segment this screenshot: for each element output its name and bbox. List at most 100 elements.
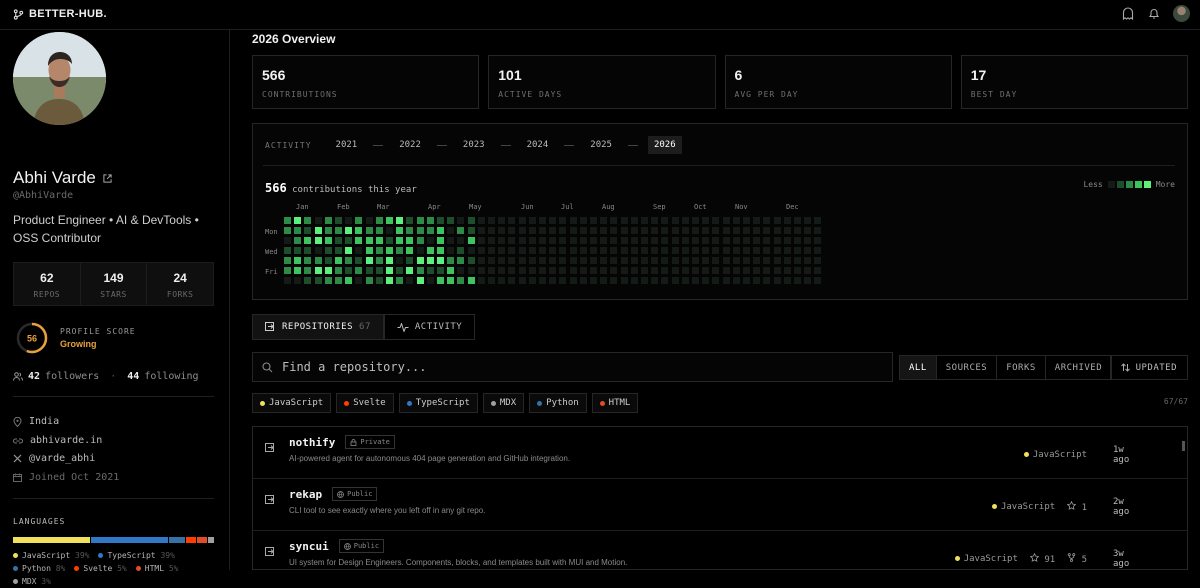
heatmap-cell[interactable] <box>437 257 444 264</box>
heatmap-cell[interactable] <box>284 237 291 244</box>
heatmap-cell[interactable] <box>416 237 424 244</box>
heatmap-cell[interactable] <box>712 257 720 264</box>
tab-repositories[interactable]: REPOSITORIES 67 <box>252 314 384 340</box>
heatmap-cell[interactable] <box>467 237 475 244</box>
heatmap-cell[interactable] <box>753 237 761 244</box>
heatmap-cell[interactable] <box>426 267 434 274</box>
heatmap-cell[interactable] <box>773 237 781 244</box>
heatmap-cell[interactable] <box>396 267 404 274</box>
heatmap-cell[interactable] <box>722 217 730 224</box>
app-logo[interactable]: BETTER-HUB. <box>13 8 107 20</box>
heatmap-cell[interactable] <box>386 237 393 244</box>
heatmap-cell[interactable] <box>498 227 506 234</box>
heatmap-cell[interactable] <box>375 247 383 254</box>
heatmap-cell[interactable] <box>579 237 587 244</box>
heatmap-cell[interactable] <box>814 237 822 244</box>
heatmap-cell[interactable] <box>661 247 669 254</box>
heatmap-cell[interactable] <box>386 227 393 234</box>
heatmap-cell[interactable] <box>671 257 679 264</box>
heatmap-cell[interactable] <box>539 247 546 254</box>
ghost-icon[interactable] <box>1121 7 1135 21</box>
heatmap-cell[interactable] <box>284 227 291 234</box>
heatmap-cell[interactable] <box>314 217 322 224</box>
heatmap-cell[interactable] <box>763 217 771 224</box>
heatmap-cell[interactable] <box>641 257 648 264</box>
chip-html[interactable]: HTML <box>591 393 639 413</box>
heatmap-cell[interactable] <box>712 227 720 234</box>
heatmap-cell[interactable] <box>324 227 332 234</box>
heatmap-cell[interactable] <box>651 227 659 234</box>
heatmap-cell[interactable] <box>539 277 546 284</box>
heatmap-cell[interactable] <box>692 217 699 224</box>
heatmap-cell[interactable] <box>783 227 791 234</box>
heatmap-cell[interactable] <box>528 247 536 254</box>
heatmap-cell[interactable] <box>794 257 801 264</box>
heatmap-cell[interactable] <box>498 267 506 274</box>
heatmap-cell[interactable] <box>661 237 669 244</box>
repo-row[interactable]: syncui Public UI system for Design Engin… <box>253 531 1187 569</box>
heatmap-cell[interactable] <box>794 277 801 284</box>
filter-sources[interactable]: SOURCES <box>937 356 998 379</box>
heatmap-cell[interactable] <box>579 267 587 274</box>
heatmap-cell[interactable] <box>702 247 710 254</box>
heatmap-cell[interactable] <box>355 267 363 274</box>
heatmap-cell[interactable] <box>814 217 822 224</box>
heatmap-cell[interactable] <box>488 267 495 274</box>
heatmap-cell[interactable] <box>732 227 740 234</box>
heatmap-cell[interactable] <box>355 217 363 224</box>
heatmap-cell[interactable] <box>559 257 567 264</box>
heatmap-cell[interactable] <box>294 267 302 274</box>
heatmap-cell[interactable] <box>569 217 577 224</box>
heatmap-cell[interactable] <box>477 227 485 234</box>
heatmap-cell[interactable] <box>345 217 353 224</box>
heatmap-cell[interactable] <box>314 277 322 284</box>
heatmap-cell[interactable] <box>294 237 302 244</box>
heatmap-cell[interactable] <box>743 257 750 264</box>
heatmap-cell[interactable] <box>600 237 608 244</box>
heatmap-cell[interactable] <box>630 247 638 254</box>
heatmap-cell[interactable] <box>804 217 812 224</box>
heatmap-cell[interactable] <box>518 227 526 234</box>
heatmap-cell[interactable] <box>284 267 291 274</box>
heatmap-cell[interactable] <box>518 277 526 284</box>
heatmap-cell[interactable] <box>743 277 750 284</box>
heatmap-cell[interactable] <box>671 227 679 234</box>
heatmap-cell[interactable] <box>651 237 659 244</box>
heatmap-cell[interactable] <box>651 257 659 264</box>
heatmap-cell[interactable] <box>773 257 781 264</box>
heatmap-cell[interactable] <box>386 257 393 264</box>
heatmap-cell[interactable] <box>773 267 781 274</box>
heatmap-cell[interactable] <box>671 237 679 244</box>
heatmap-cell[interactable] <box>294 277 302 284</box>
heatmap-cell[interactable] <box>375 267 383 274</box>
heatmap-cell[interactable] <box>508 217 516 224</box>
heatmap-cell[interactable] <box>763 247 771 254</box>
heatmap-cell[interactable] <box>365 267 373 274</box>
heatmap-cell[interactable] <box>498 247 506 254</box>
heatmap-cell[interactable] <box>355 227 363 234</box>
heatmap-cell[interactable] <box>620 227 628 234</box>
heatmap-cell[interactable] <box>477 247 485 254</box>
heatmap-cell[interactable] <box>549 277 557 284</box>
heatmap-cell[interactable] <box>355 247 363 254</box>
heatmap-cell[interactable] <box>712 267 720 274</box>
heatmap-cell[interactable] <box>794 217 801 224</box>
heatmap-cell[interactable] <box>692 247 699 254</box>
heatmap-cell[interactable] <box>447 227 455 234</box>
heatmap-cell[interactable] <box>539 237 546 244</box>
heatmap-cell[interactable] <box>284 247 291 254</box>
heatmap-cell[interactable] <box>773 217 781 224</box>
heatmap-cell[interactable] <box>569 237 577 244</box>
heatmap-cell[interactable] <box>335 267 342 274</box>
heatmap-cell[interactable] <box>630 217 638 224</box>
heatmap-cell[interactable] <box>641 237 648 244</box>
heatmap-cell[interactable] <box>630 257 638 264</box>
heatmap-cell[interactable] <box>712 277 720 284</box>
heatmap-cell[interactable] <box>406 217 414 224</box>
heatmap-cell[interactable] <box>518 247 526 254</box>
heatmap-cell[interactable] <box>579 257 587 264</box>
heatmap-cell[interactable] <box>671 277 679 284</box>
heatmap-cell[interactable] <box>498 257 506 264</box>
heatmap-cell[interactable] <box>345 277 353 284</box>
heatmap-cell[interactable] <box>702 237 710 244</box>
